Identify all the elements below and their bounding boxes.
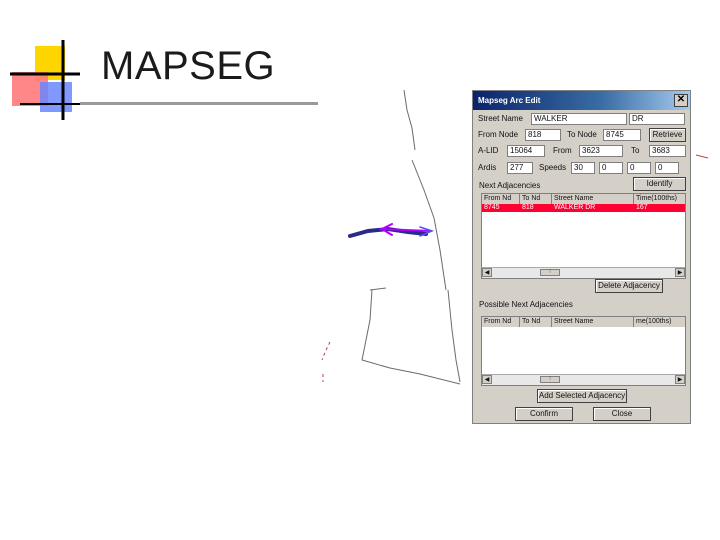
scroll-thumb[interactable]: ⦙ <box>540 269 560 276</box>
add-selected-adjacency-button[interactable]: Add Selected Adjacency <box>537 389 627 403</box>
grid-header: From Nd To Nd Street Name Time(100ths) <box>482 194 685 204</box>
column-header[interactable]: Street Name <box>552 317 634 327</box>
next-adjacencies-label: Next Adjacencies <box>479 181 541 190</box>
scroll-thumb[interactable]: ⦙ <box>540 376 560 383</box>
possible-adjacencies-label: Possible Next Adjacencies <box>479 300 573 309</box>
from-field[interactable]: 3623 <box>579 145 623 157</box>
possible-adjacencies-grid[interactable]: From Nd To Nd Street Name me(100ths) ◀ ⦙… <box>481 316 686 386</box>
arc-id-label: A-LID <box>478 146 499 155</box>
column-header[interactable]: From Nd <box>482 317 520 327</box>
table-cell: 8745 <box>484 204 500 211</box>
from-label: From <box>553 146 572 155</box>
speed-field[interactable]: 0 <box>599 162 623 174</box>
column-header[interactable]: To Nd <box>520 194 552 204</box>
to-field[interactable]: 3683 <box>649 145 686 157</box>
table-cell: 167 <box>636 204 648 211</box>
column-header[interactable]: me(100ths) <box>634 317 685 327</box>
street-segment <box>447 289 461 383</box>
confirm-button[interactable]: Confirm <box>515 407 573 421</box>
street-segment <box>403 89 416 151</box>
column-header[interactable]: To Nd <box>520 317 552 327</box>
table-cell: 818 <box>522 204 534 211</box>
scroll-right-icon[interactable]: ▶ <box>675 268 685 277</box>
dialog-title: Mapseg Arc Edit <box>473 91 690 110</box>
street-segment <box>361 359 461 385</box>
arc-id-field[interactable]: 15064 <box>507 145 545 157</box>
from-node-field[interactable]: 818 <box>525 129 561 141</box>
table-row[interactable]: 8745 818 WALKER DR 167 <box>482 204 685 212</box>
scroll-right-icon[interactable]: ▶ <box>675 375 685 384</box>
identify-button[interactable]: Identify <box>633 177 686 191</box>
close-icon[interactable]: ✕ <box>674 94 688 107</box>
speed-field[interactable]: 30 <box>571 162 595 174</box>
street-segment-dashed <box>321 341 331 361</box>
street-segment <box>695 154 709 159</box>
from-node-label: From Node <box>478 130 519 139</box>
column-header[interactable]: Time(100ths) <box>634 194 685 204</box>
close-button[interactable]: Close <box>593 407 651 421</box>
retrieve-button[interactable]: Retrieve <box>649 128 686 142</box>
column-header[interactable]: From Nd <box>482 194 520 204</box>
to-node-field[interactable]: 8745 <box>603 129 641 141</box>
next-adjacencies-grid[interactable]: From Nd To Nd Street Name Time(100ths) 8… <box>481 193 686 279</box>
street-name-label: Street Name <box>478 114 523 123</box>
column-header[interactable]: Street Name <box>552 194 634 204</box>
horizontal-scrollbar[interactable]: ◀ ⦙ ▶ <box>482 267 685 278</box>
horizontal-scrollbar[interactable]: ◀ ⦙ ▶ <box>482 374 685 385</box>
street-segment <box>361 289 373 361</box>
speeds-label: Speeds <box>539 163 567 172</box>
to-node-label: To Node <box>567 130 597 139</box>
to-label: To <box>631 146 640 155</box>
street-segment <box>369 287 387 291</box>
ardis-field[interactable]: 277 <box>507 162 533 174</box>
delete-adjacency-button[interactable]: Delete Adjacency <box>595 279 663 293</box>
street-segment <box>411 159 447 291</box>
arc-edit-dialog: Mapseg Arc Edit ✕ Street Name WALKER DR … <box>472 90 691 424</box>
scroll-left-icon[interactable]: ◀ <box>482 375 492 384</box>
speed-field[interactable]: 0 <box>655 162 679 174</box>
speed-field[interactable]: 0 <box>627 162 651 174</box>
selected-arc-arrow <box>348 223 435 238</box>
grid-header: From Nd To Nd Street Name me(100ths) <box>482 317 685 327</box>
scroll-left-icon[interactable]: ◀ <box>482 268 492 277</box>
street-name-field[interactable]: WALKER <box>531 113 627 125</box>
street-suffix-field[interactable]: DR <box>629 113 685 125</box>
table-cell: WALKER DR <box>554 204 596 211</box>
ardis-label: Ardis <box>478 163 497 172</box>
